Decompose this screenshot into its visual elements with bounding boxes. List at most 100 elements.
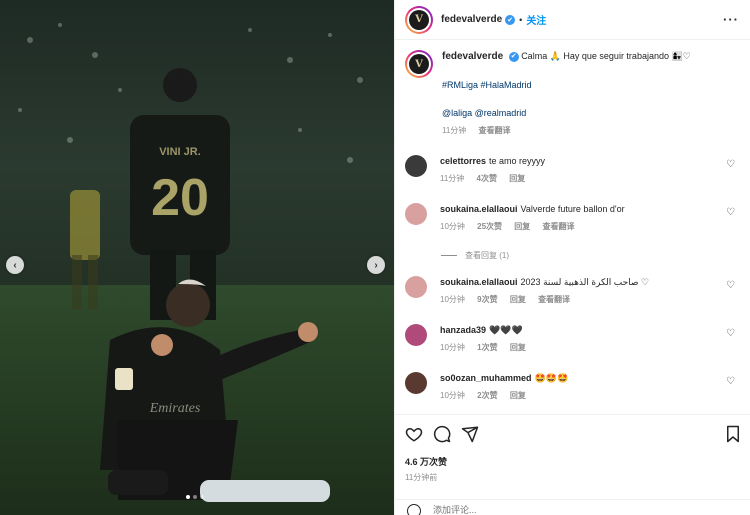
follow-button[interactable]: 关注 (526, 12, 546, 27)
comment-item: soukaina.elallaoui Valverde future ballon… (405, 203, 741, 232)
comment-likes[interactable]: 9次赞 (477, 295, 497, 304)
view-replies-button[interactable]: 查看回复 (1) (441, 250, 509, 261)
comment-body: so0ozan_muhammed 🤩🤩🤩 10分钟 2次赞 回复 (440, 372, 720, 401)
reply-button[interactable]: 回复 (510, 343, 526, 352)
reply-button[interactable]: 回复 (510, 295, 526, 304)
comment-time: 10分钟 (440, 343, 465, 352)
avatar[interactable] (405, 324, 427, 346)
heart-icon[interactable]: ♡ (726, 159, 735, 170)
caption-text: Calma 🙏 Hay que seguir trabajando 👩‍👧♡ (521, 51, 691, 61)
comment-likes[interactable]: 4次赞 (477, 174, 497, 183)
comment-username[interactable]: hanzada39 (440, 325, 486, 335)
comment-body: soukaina.elallaoui 2023 صاحب الكرة الذهبي… (440, 276, 720, 305)
avatar[interactable]: V (405, 50, 433, 78)
translate-button[interactable]: 查看翻译 (479, 126, 511, 135)
comment-meta: 10分钟 1次赞 回复 (440, 342, 720, 353)
avatar-logo: V (409, 54, 429, 74)
caption-mentions[interactable]: @laliga @realmadrid (442, 107, 732, 119)
comment-text: Valverde future ballon d'or (520, 204, 625, 214)
caption-time: 11分钟 (442, 126, 467, 135)
divider (441, 255, 457, 256)
post-caption: V fedevalverde ✔ Calma 🙏 Hay que seguir … (405, 50, 741, 137)
avatar[interactable] (405, 276, 427, 298)
heart-icon[interactable]: ♡ (726, 328, 735, 339)
caption-hashtags[interactable]: #RMLiga #HalaMadrid (442, 79, 732, 91)
chevron-left-icon[interactable]: ‹ (6, 256, 24, 274)
chevron-right-icon[interactable]: › (367, 256, 385, 274)
view-replies-label: 查看回复 (1) (465, 251, 509, 260)
caption-body: fedevalverde ✔ Calma 🙏 Hay que seguir tr… (442, 50, 732, 137)
avatar-inner: V (407, 7, 431, 32)
reply-button[interactable]: 回复 (509, 174, 525, 183)
verified-icon: ✔ (508, 51, 519, 62)
post-side-panel: V fedevalverde ✔ • 关注 ··· V fedevalverde (394, 0, 750, 515)
comment-likes[interactable]: 1次赞 (477, 343, 497, 352)
comment-item: celettorres te amo reyyyy 11分钟 4次赞 回复 ♡ (405, 155, 741, 184)
comment-username[interactable]: soukaina.elallaoui (440, 277, 518, 287)
translate-button[interactable]: 查看翻译 (538, 295, 570, 304)
comment-username[interactable]: soukaina.elallaoui (440, 204, 518, 214)
post-photo: VINI JR. 20 Emirates (0, 0, 394, 515)
separator-dot: • (519, 14, 523, 25)
heart-icon[interactable]: ♡ (726, 280, 735, 291)
avatar[interactable] (405, 372, 427, 394)
post-author-username[interactable]: fedevalverde (441, 14, 502, 25)
comment-item: soukaina.elallaoui 2023 صاحب الكرة الذهبي… (405, 276, 741, 305)
like-icon[interactable] (405, 425, 423, 443)
translate-button[interactable]: 查看翻译 (543, 222, 575, 231)
avatar-logo: V (409, 9, 429, 30)
comment-body: soukaina.elallaoui Valverde future ballon… (440, 203, 720, 232)
comment-text: 🖤🖤🖤 (489, 325, 523, 335)
emoji-icon[interactable] (407, 504, 421, 515)
jersey-number: 20 (151, 169, 209, 227)
add-comment-bar (395, 499, 750, 515)
comment-item: hanzada39 🖤🖤🖤 10分钟 1次赞 回复 ♡ (405, 324, 741, 353)
post-media[interactable]: VINI JR. 20 Emirates ‹ › (0, 0, 394, 515)
more-icon[interactable]: ··· (723, 12, 739, 27)
jersey-name: VINI JR. (159, 146, 201, 158)
bookmark-icon[interactable] (725, 425, 741, 443)
heart-icon[interactable]: ♡ (726, 376, 735, 387)
comment-time: 10分钟 (440, 222, 465, 231)
post-time: 11分钟前 (405, 473, 438, 482)
comment-time: 10分钟 (440, 391, 465, 400)
comment-likes[interactable]: 2次赞 (477, 391, 497, 400)
likes-count[interactable]: 4.6 万次赞 (405, 455, 447, 468)
comment-meta: 11分钟 4次赞 回复 (440, 173, 720, 184)
comment-meta: 10分钟 9次赞 回复 查看翻译 (440, 294, 720, 305)
verified-icon: ✔ (505, 14, 516, 25)
comment-text: 2023 صاحب الكرة الذهبية لسنة ♡ (520, 277, 650, 287)
comment-username[interactable]: celettorres (440, 156, 486, 166)
comment-icon[interactable] (433, 425, 451, 443)
share-icon[interactable] (461, 425, 479, 443)
comment-text: 🤩🤩🤩 (534, 373, 569, 383)
post-header: V fedevalverde ✔ • 关注 ··· (395, 0, 750, 40)
comment-item: so0ozan_muhammed 🤩🤩🤩 10分钟 2次赞 回复 ♡ (405, 372, 741, 401)
carousel-dot[interactable] (186, 495, 190, 499)
comment-body: celettorres te amo reyyyy 11分钟 4次赞 回复 (440, 155, 720, 184)
comment-likes[interactable]: 25次赞 (477, 222, 502, 231)
jersey-sponsor: Emirates (149, 401, 201, 416)
comment-body: hanzada39 🖤🖤🖤 10分钟 1次赞 回复 (440, 324, 720, 353)
avatar[interactable] (405, 155, 427, 177)
comment-meta: 10分钟 2次赞 回复 (440, 390, 720, 401)
carousel-dot[interactable] (193, 495, 197, 499)
instagram-post-viewer: VINI JR. 20 Emirates ‹ › V fedevalverde … (0, 0, 750, 515)
comment-input[interactable] (433, 505, 683, 515)
post-actions: 4.6 万次赞 11分钟前 (395, 414, 750, 515)
avatar[interactable] (405, 203, 427, 225)
avatar[interactable]: V (405, 5, 433, 34)
comment-meta: 10分钟 25次赞 回复 查看翻译 (440, 221, 720, 232)
reply-button[interactable]: 回复 (510, 391, 526, 400)
avatar-inner: V (407, 52, 431, 76)
caption-username[interactable]: fedevalverde (442, 51, 503, 62)
reply-button[interactable]: 回复 (514, 222, 530, 231)
comment-time: 11分钟 (440, 174, 465, 183)
action-icons (405, 425, 479, 443)
heart-icon[interactable]: ♡ (726, 207, 735, 218)
comment-time: 10分钟 (440, 295, 465, 304)
carousel-dot[interactable] (200, 495, 204, 499)
caption-meta: 11分钟 查看翻译 (442, 125, 732, 137)
comment-text: te amo reyyyy (489, 156, 546, 166)
comment-username[interactable]: so0ozan_muhammed (440, 373, 532, 383)
